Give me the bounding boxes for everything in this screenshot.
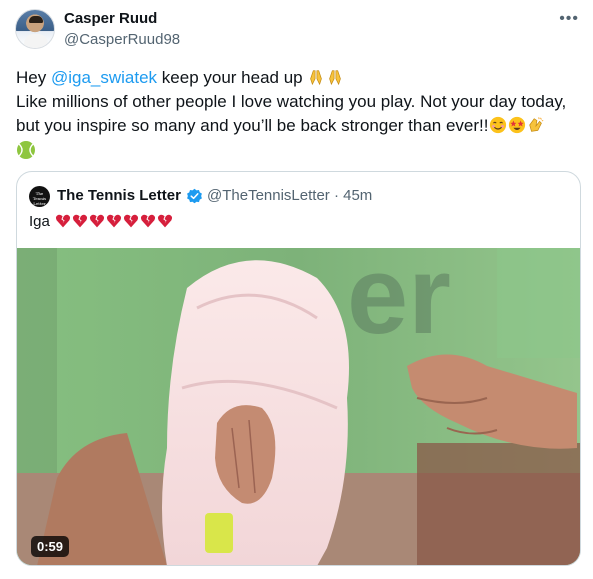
- quoted-author-name[interactable]: The Tennis Letter: [57, 187, 181, 204]
- tweet-card[interactable]: Casper Ruud @CasperRuud98 ••• Hey @iga_s…: [0, 0, 593, 579]
- smiling-face-icon: [489, 116, 506, 134]
- svg-text:er: er: [347, 248, 451, 357]
- quoted-tweet[interactable]: The Tennis Letter The Tennis Letter @The…: [16, 171, 581, 566]
- quoted-avatar[interactable]: The Tennis Letter: [29, 186, 50, 207]
- quoted-avatar-text: The Tennis Letter: [32, 191, 47, 206]
- broken-heart-icon: [55, 214, 71, 228]
- broken-heart-icon: [89, 214, 105, 228]
- video-player[interactable]: er 0:59: [17, 248, 580, 565]
- line1-text: keep your head up: [157, 68, 303, 87]
- tweet-line-4: [16, 138, 586, 164]
- clapping-hands-icon: [528, 117, 543, 132]
- quoted-text-label: Iga: [29, 213, 50, 230]
- tweet-line-2: Like millions of other people I love wat…: [16, 92, 567, 111]
- folded-hands-icon: [329, 70, 342, 86]
- star-struck-icon: [508, 116, 525, 134]
- greeting-text: Hey: [16, 68, 51, 87]
- broken-heart-icon: [140, 214, 156, 228]
- verified-badge-icon: [187, 188, 202, 204]
- avatar-shirt: [24, 34, 48, 48]
- video-duration: 0:59: [31, 536, 70, 557]
- tweet-text: Hey @iga_swiatek keep your head up Like …: [16, 66, 586, 164]
- quoted-text: Iga: [29, 213, 173, 230]
- tennis-ball-icon: [17, 141, 35, 159]
- tweet-line-3: but you inspire so many and you’ll be ba…: [16, 114, 586, 138]
- author-avatar[interactable]: [15, 9, 55, 49]
- tweet-line-1: Hey @iga_swiatek keep your head up: [16, 66, 586, 90]
- broken-heart-icon: [106, 214, 122, 228]
- broken-heart-icon: [123, 214, 139, 228]
- avatar-hair: [29, 16, 43, 23]
- mention-link[interactable]: @iga_swiatek: [51, 68, 157, 87]
- video-frame: er: [17, 248, 580, 565]
- broken-heart-icon: [72, 214, 88, 228]
- broken-hearts: [54, 213, 173, 230]
- author-name[interactable]: Casper Ruud: [64, 10, 157, 27]
- more-dots-icon[interactable]: •••: [559, 10, 579, 28]
- author-handle[interactable]: @CasperRuud98: [64, 31, 180, 48]
- quoted-handle-time[interactable]: @TheTennisLetter · 45m: [207, 187, 372, 204]
- broken-heart-icon: [157, 214, 173, 228]
- line3-text: but you inspire so many and you’ll be ba…: [16, 116, 489, 135]
- folded-hands-icon: [310, 70, 323, 86]
